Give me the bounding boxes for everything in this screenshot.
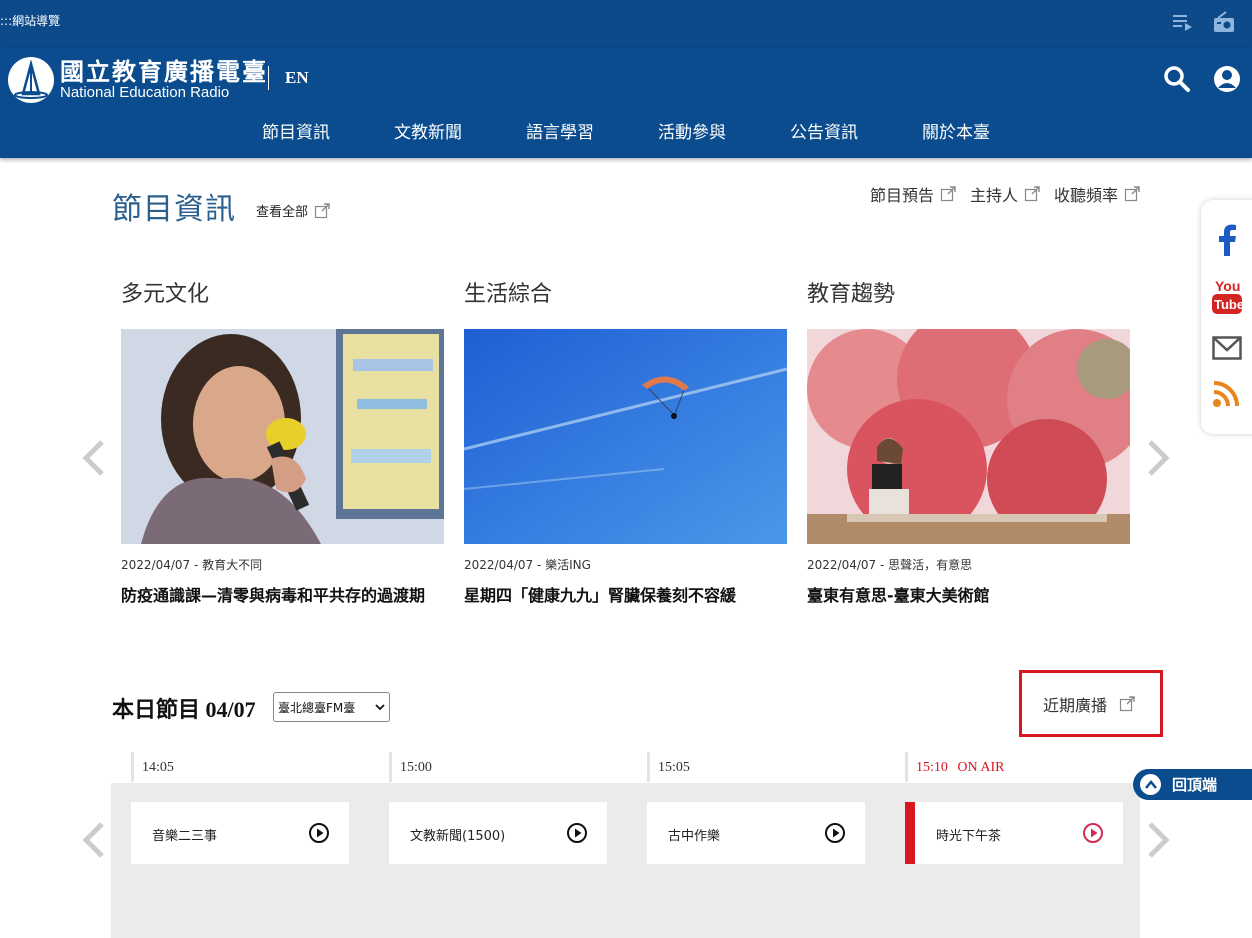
main-nav: 節目資訊 文教新聞 語言學習 活動參與 公告資訊 關於本臺 (230, 118, 1022, 143)
card-image[interactable] (807, 329, 1130, 544)
play-icon[interactable] (308, 822, 330, 844)
rss-icon[interactable] (1212, 380, 1242, 410)
slot-time: 15:05 (658, 760, 690, 775)
card-headline[interactable]: 防疫通識課—清零與病毒和平共存的過渡期 (121, 582, 444, 609)
search-icon[interactable] (1162, 64, 1192, 94)
svg-text:Tube: Tube (1214, 297, 1242, 312)
sitemap-link[interactable]: :::網站導覽 (0, 12, 60, 29)
schedule-title: 本日節目 (112, 698, 201, 723)
program-slot[interactable]: 音樂二三事 (131, 802, 349, 864)
radio-icon[interactable] (1212, 10, 1236, 34)
site-header: 國立教育廣播電臺 National Education Radio EN 節目資… (0, 48, 1252, 158)
card-headline[interactable]: 臺東有意思-臺東大美術館 (807, 582, 1130, 609)
timeline-marker (905, 752, 908, 782)
program-slot[interactable]: 古中作樂 (647, 802, 865, 864)
external-link-icon (1124, 186, 1140, 202)
card-image[interactable] (464, 329, 787, 544)
frequency-label: 收聽頻率 (1053, 186, 1118, 205)
play-icon[interactable] (824, 822, 846, 844)
nav-about[interactable]: 關於本臺 (890, 118, 1022, 143)
play-icon[interactable] (566, 822, 588, 844)
divider (268, 66, 269, 90)
on-air-badge: ON AIR (957, 760, 1005, 775)
playlist-icon[interactable] (1171, 10, 1195, 34)
svg-text:You: You (1215, 278, 1240, 294)
view-all-label: 查看全部 (256, 205, 309, 220)
program-preview-link[interactable]: 節目預告 (870, 182, 956, 206)
station-selected-value: 臺北總臺FM臺 (278, 700, 356, 715)
card-category: 生活綜合 (464, 282, 553, 307)
program-preview-label: 節目預告 (869, 186, 934, 205)
nav-language-learning[interactable]: 語言學習 (494, 118, 626, 143)
card-category: 多元文化 (121, 282, 210, 307)
utility-bar: :::網站導覽 (0, 0, 1252, 48)
nav-activities[interactable]: 活動參與 (626, 118, 758, 143)
youtube-icon[interactable]: You Tube (1212, 278, 1244, 314)
nav-program-info[interactable]: 節目資訊 (230, 118, 362, 143)
section-links: 節目預告 主持人 收聽頻率 (870, 182, 1140, 206)
program-slot-current[interactable]: 時光下午茶 (905, 802, 1123, 864)
program-card[interactable]: 多元文化 2022/04/07 - 教育大不同 防疫通識課—清零與病毒和平共存的… (121, 276, 444, 605)
station-select[interactable]: 臺北總臺FM臺 (273, 692, 390, 722)
carousel-prev-arrow-icon[interactable] (80, 438, 108, 478)
hosts-link[interactable]: 主持人 (970, 182, 1040, 206)
schedule-prev-arrow-icon[interactable] (80, 820, 108, 860)
back-to-top-label: 回頂端 (1172, 776, 1218, 794)
program-title: 古中作樂 (668, 829, 721, 844)
nav-education-news[interactable]: 文教新聞 (362, 118, 494, 143)
facebook-icon[interactable] (1212, 224, 1242, 256)
slot-time-current: 15:10 ON AIR (916, 760, 1004, 776)
card-meta: 2022/04/07 - 教育大不同 (121, 558, 263, 572)
schedule-next-arrow-icon[interactable] (1144, 820, 1172, 860)
schedule-date: 04/07 (205, 697, 256, 722)
timeline-marker (131, 752, 134, 782)
current-slot-time: 15:10 (916, 760, 948, 775)
play-icon[interactable] (1082, 822, 1104, 844)
chevron-up-icon (1140, 774, 1161, 795)
user-icon[interactable] (1212, 64, 1242, 94)
slot-time: 14:05 (142, 760, 174, 775)
program-title: 時光下午茶 (936, 829, 1002, 844)
back-to-top-button[interactable]: 回頂端 (1133, 769, 1252, 800)
schedule-heading: 本日節目 04/07 (112, 692, 256, 724)
logo-english-name: National Education Radio (60, 84, 230, 101)
hosts-label: 主持人 (969, 186, 1018, 205)
external-link-icon (940, 186, 956, 202)
program-card[interactable]: 生活綜合 2022/04/07 - 樂活ING 星期四「健康九九」腎臟保養刻不容… (464, 276, 787, 605)
chevron-down-icon (375, 700, 385, 714)
recent-broadcast-label: 近期廣播 (1043, 696, 1108, 715)
site-logo[interactable]: 國立教育廣播電臺 National Education Radio (8, 56, 268, 104)
page-title: 節目資訊 (112, 192, 236, 227)
card-image[interactable] (121, 329, 444, 544)
frequency-link[interactable]: 收聽頻率 (1054, 182, 1140, 206)
mail-icon[interactable] (1212, 336, 1242, 366)
program-slot[interactable]: 文教新聞(1500) (389, 802, 607, 864)
card-meta: 2022/04/07 - 樂活ING (464, 558, 591, 572)
card-category: 教育趨勢 (807, 282, 896, 307)
recent-broadcast-link[interactable]: 近期廣播 (1043, 692, 1135, 716)
external-link-icon (1024, 186, 1040, 202)
timeline-marker (647, 752, 650, 782)
slot-time: 15:00 (400, 760, 432, 775)
logo-emblem-icon (8, 57, 54, 103)
external-link-icon (314, 202, 330, 219)
program-card[interactable]: 教育趨勢 2022/04/07 - 思聲活，有意思 臺東有意思-臺東大美術館 (807, 276, 1130, 605)
card-meta: 2022/04/07 - 思聲活，有意思 (807, 558, 973, 572)
program-title: 文教新聞(1500) (410, 829, 506, 844)
language-switch-en[interactable]: EN (285, 68, 309, 88)
program-title: 音樂二三事 (152, 829, 218, 844)
logo-chinese-name: 國立教育廣播電臺 (60, 57, 268, 86)
card-headline[interactable]: 星期四「健康九九」腎臟保養刻不容緩 (464, 582, 787, 609)
external-link-icon (1119, 696, 1135, 712)
nav-announcements[interactable]: 公告資訊 (758, 118, 890, 143)
carousel-next-arrow-icon[interactable] (1144, 438, 1172, 478)
social-sidebar: You Tube (1201, 200, 1252, 434)
view-all-link[interactable]: 查看全部 (256, 201, 330, 220)
timeline-marker (389, 752, 392, 782)
